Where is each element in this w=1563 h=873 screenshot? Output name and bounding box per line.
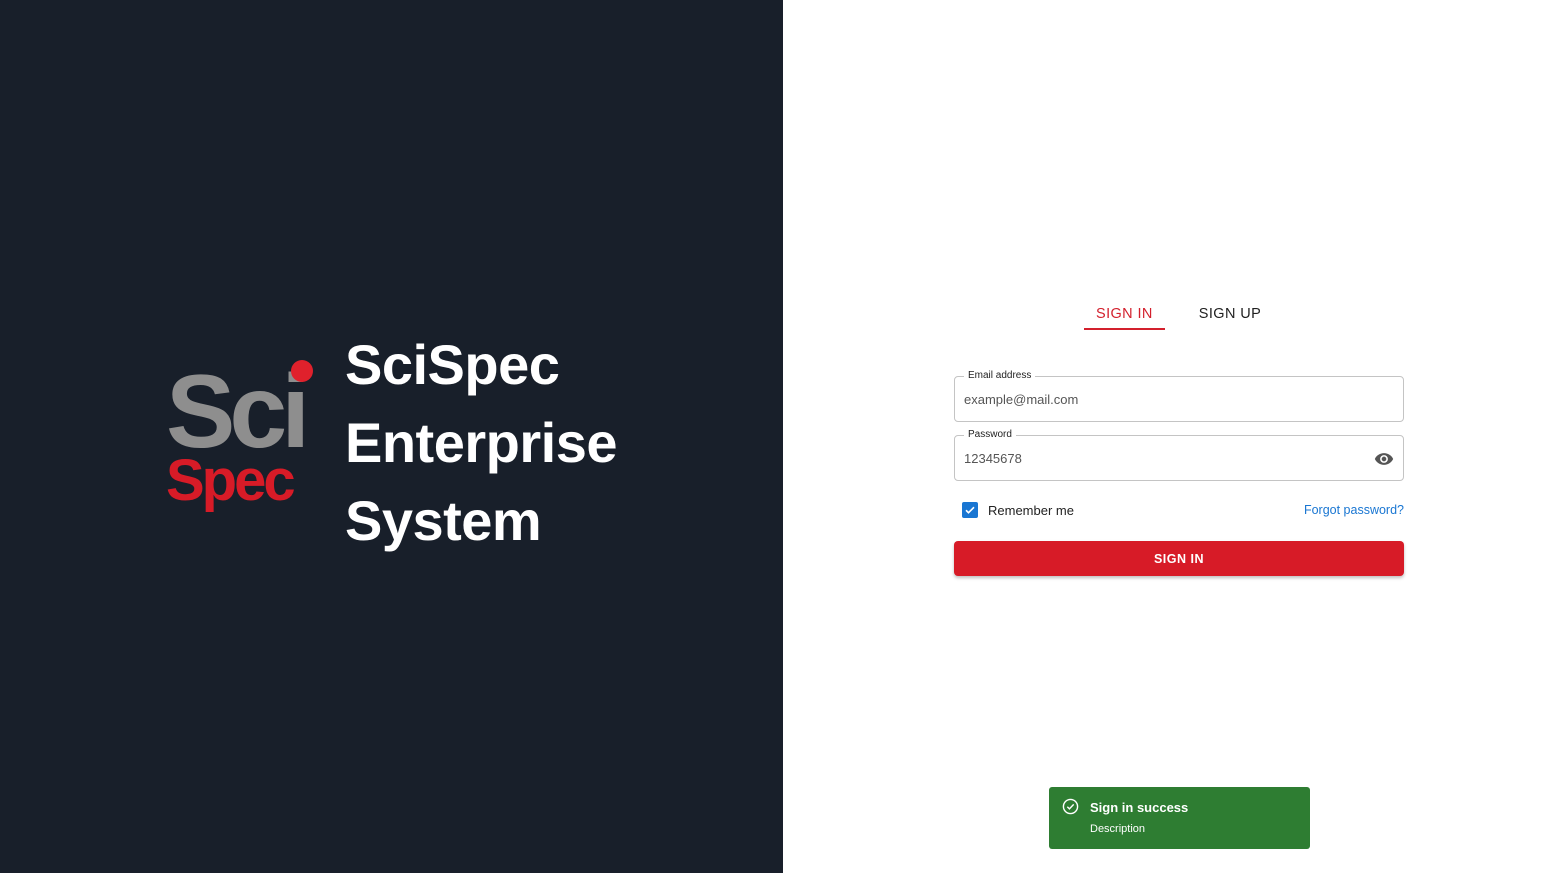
svg-text:Spec: Spec [166,448,294,513]
email-field: Email address [954,369,1404,422]
success-toast: Sign in success Description [1049,787,1310,849]
tab-sign-up[interactable]: SIGN UP [1187,296,1273,330]
remember-me-label: Remember me [988,502,1074,518]
password-input[interactable] [964,436,1364,480]
brand-title-line3: System [345,489,542,552]
remember-me-checkbox[interactable] [962,502,978,518]
show-password-icon[interactable] [1374,449,1394,469]
tab-sign-in[interactable]: SIGN IN [1084,296,1165,330]
brand-panel: Sci Spec SciSpec Enterprise System [0,0,783,873]
sign-in-button[interactable]: SIGN IN [954,541,1404,576]
check-circle-icon [1062,798,1079,815]
toast-description: Description [1090,823,1146,835]
scispec-logo: Sci Spec [166,355,313,513]
brand-title: SciSpec Enterprise System [345,326,765,560]
toast-title: Sign in success [1090,800,1189,815]
remember-me: Remember me [962,502,1074,518]
email-input[interactable] [964,377,1364,421]
brand-title-line2: Enterprise [345,411,618,474]
password-field: Password [954,428,1404,481]
brand-title-line1: SciSpec [345,333,560,396]
auth-tabs: SIGN IN SIGN UP [1084,296,1273,332]
forgot-password-link[interactable]: Forgot password? [1304,503,1404,517]
check-icon [965,506,975,514]
